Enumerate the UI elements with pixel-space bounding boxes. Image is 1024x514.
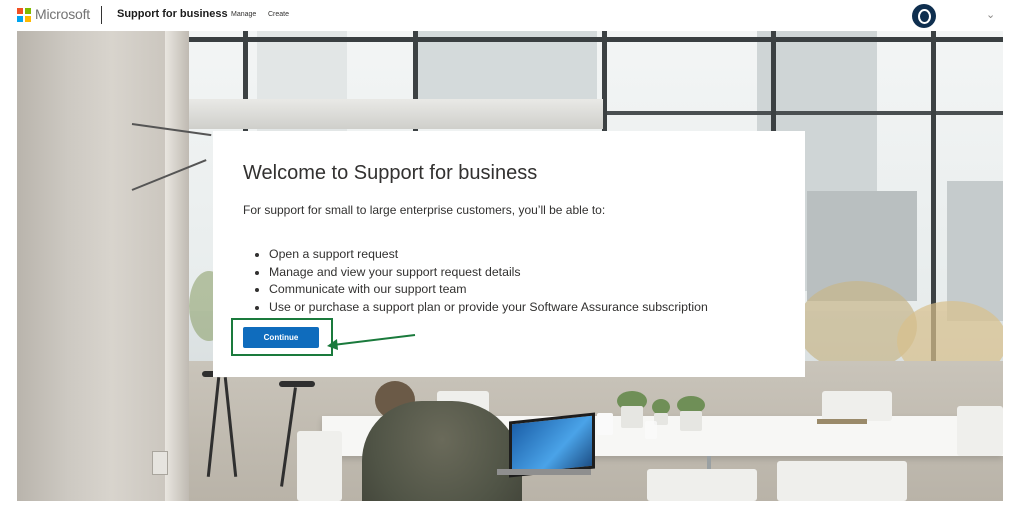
nav-link-create[interactable]: Create	[268, 11, 289, 18]
duct	[189, 99, 603, 129]
microsoft-logo-icon[interactable]	[17, 8, 31, 22]
chair	[822, 391, 892, 421]
plant-pot	[621, 406, 643, 428]
notebook	[817, 419, 867, 424]
list-item: Communicate with our support team	[269, 281, 708, 299]
glass	[645, 421, 657, 439]
capability-list: Open a support request Manage and view y…	[243, 246, 708, 316]
cup	[597, 413, 613, 435]
list-item: Use or purchase a support plan or provid…	[269, 299, 708, 317]
brand-name[interactable]: Microsoft	[35, 6, 90, 22]
wall-outlet	[152, 451, 168, 475]
logo-square-yellow	[25, 16, 31, 22]
chair	[647, 469, 757, 501]
nav-link-manage[interactable]: Manage	[231, 11, 256, 18]
welcome-title: Welcome to Support for business	[243, 162, 538, 184]
top-header: Microsoft Support for business Manage Cr…	[0, 0, 1024, 31]
laptop-screen	[509, 412, 595, 478]
tree	[797, 281, 917, 371]
stool	[279, 381, 315, 387]
logo-square-green	[25, 8, 31, 14]
avatar-inner-ring	[917, 8, 931, 24]
avatar-icon[interactable]	[912, 4, 936, 28]
product-title[interactable]: Support for business	[117, 8, 228, 20]
ceiling-beam	[189, 37, 1003, 42]
header-divider	[101, 6, 102, 24]
welcome-description: For support for small to large enterpris…	[243, 203, 606, 217]
concrete-pillar	[17, 31, 189, 501]
chair	[957, 406, 1003, 456]
plant-pot	[680, 411, 702, 431]
list-item: Open a support request	[269, 246, 708, 264]
laptop-base	[497, 469, 591, 475]
chair	[777, 461, 907, 501]
logo-square-blue	[17, 16, 23, 22]
pillar-edge	[165, 31, 189, 501]
list-item: Manage and view your support request det…	[269, 264, 708, 282]
building	[947, 181, 1003, 321]
annotation-arrow-icon	[327, 334, 416, 350]
chair	[297, 431, 342, 501]
logo-square-red	[17, 8, 23, 14]
continue-button[interactable]: Continue	[243, 327, 319, 348]
chevron-down-icon[interactable]: ⌄	[986, 8, 995, 21]
